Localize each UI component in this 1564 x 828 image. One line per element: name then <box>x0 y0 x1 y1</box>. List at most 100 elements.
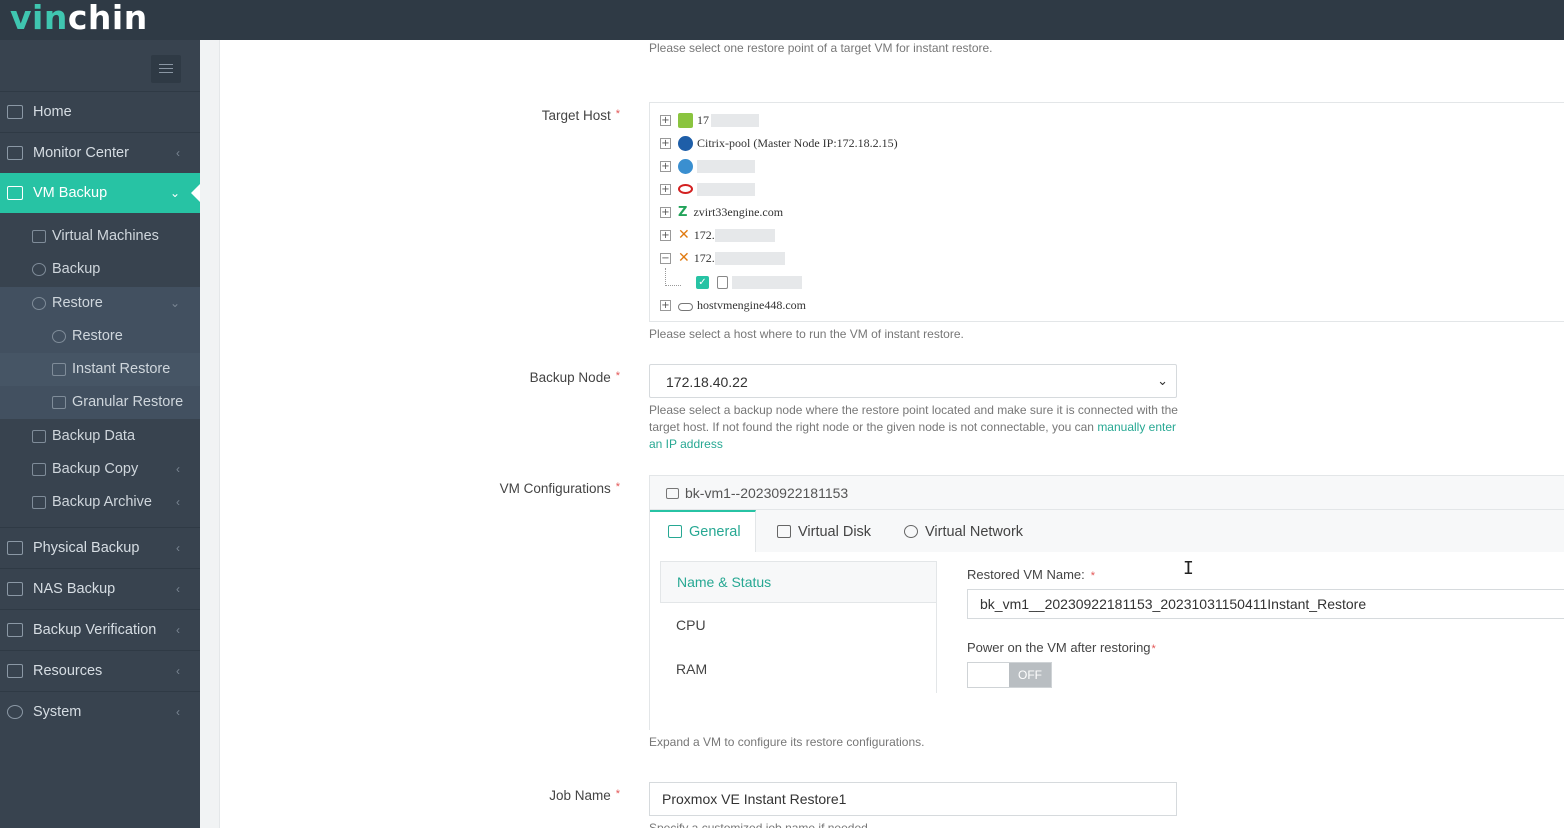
vm-config-label: VM Configurations * <box>499 481 620 496</box>
tree-node[interactable]: + 17 <box>660 111 759 129</box>
expand-icon[interactable]: + <box>660 160 671 172</box>
target-host-tree: + 17 + Citrix-pool (Master Node IP:172.1… <box>649 102 1564 322</box>
granular-restore-icon <box>52 396 66 409</box>
backup-icon <box>32 263 46 276</box>
tree-node[interactable]: + <box>660 180 755 198</box>
sidebar-subitem-restore-group[interactable]: Restore ⌄ <box>0 287 200 320</box>
vm-config-hint: Expand a VM to configure its restore con… <box>649 735 925 749</box>
side-item-ram[interactable]: RAM <box>660 649 937 691</box>
instant-restore-icon <box>52 363 66 376</box>
chevron-left-icon: ‹ <box>176 582 180 596</box>
sidebar-item-backup-verification[interactable]: Backup Verification ‹ <box>0 610 200 650</box>
restore-icon <box>52 330 66 343</box>
tree-node[interactable]: + Citrix-pool (Master Node IP:172.18.2.1… <box>660 134 898 152</box>
side-item-cpu[interactable]: CPU <box>660 605 937 647</box>
chevron-down-icon: ⌄ <box>1157 373 1168 388</box>
sidebar-item-physical-backup[interactable]: Physical Backup ‹ <box>0 528 200 568</box>
vm-icon <box>666 488 679 499</box>
vm-icon <box>7 186 23 200</box>
chevron-left-icon: ‹ <box>176 623 180 637</box>
chevron-left-icon: ‹ <box>176 462 180 476</box>
vm-header[interactable]: bk-vm1--20230922181153 <box>650 476 1564 510</box>
collapse-icon[interactable]: − <box>660 252 671 264</box>
vinchin-logo[interactable]: vinchin <box>10 0 148 36</box>
power-on-toggle[interactable]: OFF <box>967 662 1052 688</box>
target-host-hint: Please select a host where to run the VM… <box>649 327 964 341</box>
top-bar: vinchin <box>0 0 1564 40</box>
host-icon <box>678 158 693 174</box>
tree-node[interactable]: − ✕ 172. <box>660 249 785 267</box>
sidebar-item-system[interactable]: System ‹ <box>0 692 200 732</box>
expand-icon[interactable]: + <box>660 183 671 195</box>
sidebar-subitem-backup-data[interactable]: Backup Data <box>0 420 200 453</box>
home-icon <box>7 105 23 119</box>
tree-node[interactable]: + ✕ 172. <box>660 226 775 244</box>
chevron-down-icon: ⌄ <box>169 186 180 200</box>
tab-virtual-network[interactable]: Virtual Network <box>904 510 1044 552</box>
resources-icon <box>7 664 23 678</box>
expand-icon[interactable]: + <box>660 114 671 126</box>
config-side-menu: Name & Status CPU RAM <box>660 561 937 693</box>
expand-icon[interactable]: + <box>660 137 671 149</box>
sidebar-item-home[interactable]: Home <box>0 92 200 132</box>
zvirt-icon: Z <box>678 204 688 220</box>
job-name-input[interactable]: Proxmox VE Instant Restore1 <box>649 782 1177 816</box>
backup-node-label: Backup Node * <box>529 370 620 385</box>
restore-icon <box>32 297 46 310</box>
general-tab-body: Name & Status CPU RAM Restored VM Name: *… <box>650 552 1564 730</box>
sidebar-subitem-restore[interactable]: Restore <box>0 320 200 353</box>
sidebar-subitem-backup-archive[interactable]: Backup Archive ‹ <box>0 486 200 519</box>
globe-icon <box>904 525 918 538</box>
virtual-machines-icon <box>32 230 46 243</box>
monitor-icon <box>7 146 23 160</box>
backup-copy-icon <box>32 463 46 476</box>
expand-icon[interactable]: + <box>660 229 671 241</box>
backup-data-icon <box>32 430 46 443</box>
tree-node-child[interactable]: ✓ <box>696 273 802 291</box>
job-name-label: Job Name * <box>549 788 620 803</box>
sliders-icon <box>668 525 682 538</box>
sidebar-subitem-backup[interactable]: Backup <box>0 253 200 286</box>
config-tabs: General Virtual Disk Virtual Network <box>650 510 1564 552</box>
proxmox-icon: ✕ <box>678 227 690 243</box>
backup-node-select[interactable]: 172.18.40.22 ⌄ <box>649 364 1177 398</box>
main-content: Please select one restore point of a tar… <box>220 40 1564 828</box>
sidebar-item-monitor-center[interactable]: Monitor Center ‹ <box>0 133 200 173</box>
power-on-label: Power on the VM after restoring* <box>967 640 1156 655</box>
target-host-label: Target Host * <box>541 108 620 123</box>
tree-node[interactable]: + Z zvirt33engine.com <box>660 203 783 221</box>
chevron-left-icon: ‹ <box>176 495 180 509</box>
tab-virtual-disk[interactable]: Virtual Disk <box>777 510 887 552</box>
chevron-left-icon: ‹ <box>176 541 180 555</box>
verification-icon <box>7 623 23 637</box>
sidebar-subitem-granular-restore[interactable]: Granular Restore <box>0 386 200 419</box>
gear-icon <box>7 705 23 719</box>
sidebar-subitem-virtual-machines[interactable]: Virtual Machines <box>0 220 200 253</box>
sidebar-item-vm-backup[interactable]: VM Backup ⌄ <box>0 173 200 213</box>
chevron-left-icon: ‹ <box>176 705 180 719</box>
host-icon <box>678 112 693 128</box>
checkbox-checked-icon[interactable]: ✓ <box>696 275 709 289</box>
job-name-hint: Specify a customized job name if needed <box>649 821 868 828</box>
side-item-name-status[interactable]: Name & Status <box>660 561 937 603</box>
sidebar-item-nas-backup[interactable]: NAS Backup ‹ <box>0 569 200 609</box>
chevron-left-icon: ‹ <box>176 146 180 160</box>
sidebar-subitem-backup-copy[interactable]: Backup Copy ‹ <box>0 453 200 486</box>
tree-node[interactable]: + hostvmengine448.com <box>660 296 806 314</box>
hamburger-icon[interactable] <box>151 55 181 83</box>
sidebar-item-resources[interactable]: Resources ‹ <box>0 651 200 691</box>
restored-vm-name-input[interactable]: bk_vm1__20230922181153_20231031150411Ins… <box>967 589 1564 619</box>
disk-icon <box>777 525 791 538</box>
restored-vm-name-label: Restored VM Name: * <box>967 567 1096 582</box>
expand-icon[interactable]: + <box>660 206 671 218</box>
sidebar: Home Monitor Center ‹ VM Backup ⌄ Virtua… <box>0 40 200 828</box>
text-cursor-icon: I <box>1183 558 1194 579</box>
nas-icon <box>7 582 23 596</box>
expand-icon[interactable]: + <box>660 299 671 311</box>
tree-node[interactable]: + <box>660 157 755 175</box>
chevron-left-icon: ‹ <box>176 664 180 678</box>
vm-config-panel: bk-vm1--20230922181153 General Virtual D… <box>649 475 1564 730</box>
sidebar-subitem-instant-restore[interactable]: Instant Restore <box>0 353 200 386</box>
tab-general[interactable]: General <box>650 510 756 552</box>
backup-node-hint: Please select a backup node where the re… <box>649 403 1178 451</box>
